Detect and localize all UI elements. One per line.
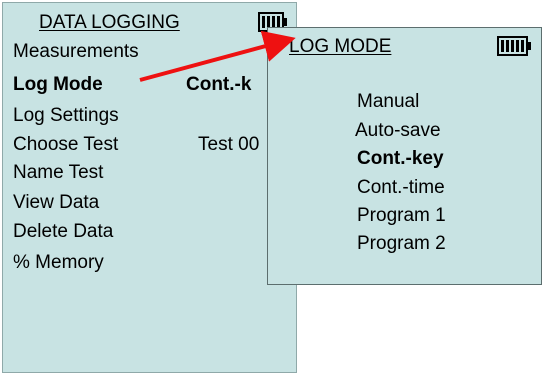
choose-test-value: Test 00 xyxy=(198,134,260,155)
menu-item-delete-data[interactable]: Delete Data xyxy=(13,221,113,243)
menu-item-log-settings[interactable]: Log Settings xyxy=(13,105,119,127)
option-cont-time[interactable]: Cont.-time xyxy=(357,177,445,199)
option-manual[interactable]: Manual xyxy=(357,91,419,113)
option-program-1[interactable]: Program 1 xyxy=(357,205,446,227)
menu-item-choose-test[interactable]: Choose Test xyxy=(13,134,118,156)
menu-item-name-test[interactable]: Name Test xyxy=(13,162,103,184)
battery-icon xyxy=(497,36,531,56)
log-mode-popup: LOG MODE Manual Auto-save Cont.-key Cont… xyxy=(267,27,542,285)
data-logging-screen: DATA LOGGING Measurements Log Mode Cont.… xyxy=(2,2,297,373)
menu-item-memory[interactable]: % Memory xyxy=(13,252,104,274)
menu-item-view-data[interactable]: View Data xyxy=(13,192,99,214)
menu-item-log-mode[interactable]: Log Mode xyxy=(13,74,103,96)
log-mode-value: Cont.-k xyxy=(186,74,252,95)
menu-item-measurements[interactable]: Measurements xyxy=(13,41,139,63)
option-auto-save[interactable]: Auto-save xyxy=(355,120,441,142)
option-cont-key[interactable]: Cont.-key xyxy=(357,148,444,170)
option-program-2[interactable]: Program 2 xyxy=(357,233,446,255)
popup-title: LOG MODE xyxy=(289,36,392,57)
page-title: DATA LOGGING xyxy=(39,12,180,33)
